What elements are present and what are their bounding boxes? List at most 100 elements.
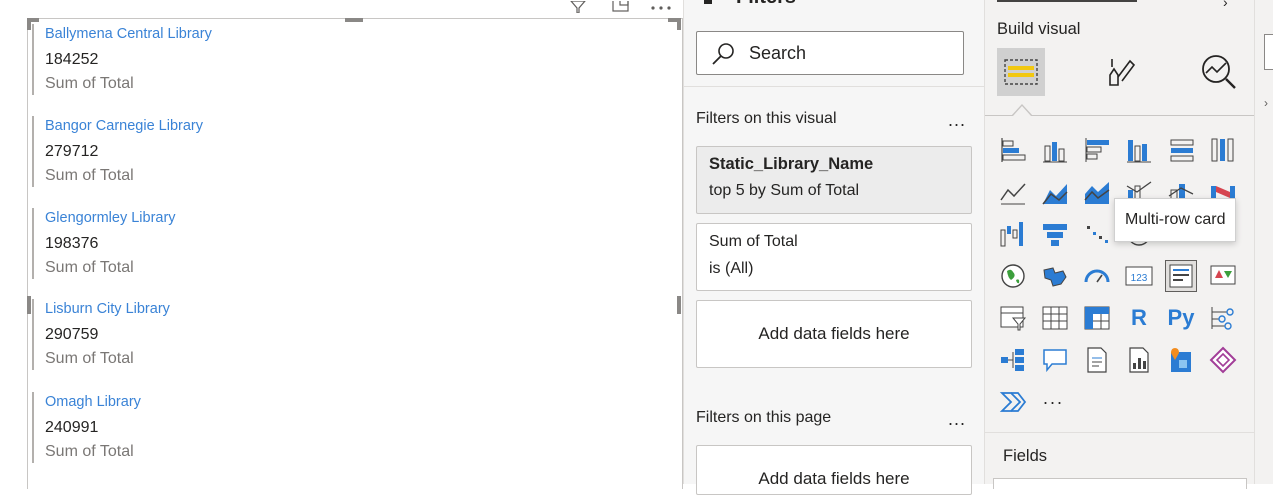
filters-pane-title: Filters [736,0,796,9]
card-row: Omagh Library 240991 Sum of Total [32,392,345,463]
100-stacked-column-chart-icon[interactable] [1207,134,1239,166]
smart-narrative-icon[interactable] [1081,344,1113,376]
add-data-fields-text: Add data fields here [758,469,910,488]
build-visual-icon [1004,59,1038,85]
card-category-label: Lisburn City Library [45,301,170,317]
table-icon[interactable] [1039,302,1071,334]
svg-text:123: 123 [1131,273,1148,284]
focus-mode-icon[interactable] [612,0,630,12]
report-canvas: Ballymena Central Library 184252 Sum of … [0,0,688,489]
card-row: Lisburn City Library 290759 Sum of Total [32,299,345,370]
filters-on-page-heading: Filters on this page [696,409,832,426]
card-measure-label: Sum of Total [45,443,134,460]
card-row: Ballymena Central Library 184252 Sum of … [32,24,345,95]
matrix-icon[interactable] [1081,302,1113,334]
filter-card-sum-of-total[interactable]: Sum of Total is (All) [696,223,972,291]
card-measure-label: Sum of Total [45,350,134,367]
data-pane-collapsed: › [1254,0,1273,484]
card-category-label: Omagh Library [45,394,141,410]
multi-row-card-icon[interactable] [1165,260,1197,292]
stacked-column-chart-icon[interactable] [1039,134,1071,166]
waterfall-chart-icon[interactable] [997,218,1029,250]
card-row: Glengormley Library 198376 Sum of Total [32,208,345,279]
area-chart-icon[interactable] [1039,176,1071,208]
filter-field-name: Sum of Total [709,233,798,250]
filter-card-static-library-name[interactable]: Static_Library_Name top 5 by Sum of Tota… [696,146,972,214]
clustered-bar-chart-icon[interactable] [1081,134,1113,166]
card-category-label: Ballymena Central Library [45,26,212,42]
card-icon[interactable]: 123 [1123,260,1155,292]
card-value: 240991 [45,419,99,436]
resize-handle[interactable] [677,18,681,30]
chevron-down-icon[interactable]: › [1264,96,1268,110]
r-visual-icon[interactable]: R [1123,302,1155,334]
tab-indicator [1013,106,1031,116]
card-category-label: Bangor Carnegie Library [45,118,203,134]
card-value: 198376 [45,235,99,252]
add-data-fields-text: Add data fields here [758,324,910,343]
page-filters-more-button[interactable]: ... [948,409,966,430]
divider [985,432,1255,433]
filter-pane-icon [704,0,712,4]
search-icon [712,43,734,65]
card-value: 290759 [45,326,99,343]
card-measure-label: Sum of Total [45,75,134,92]
resize-handle[interactable] [345,18,363,22]
filters-pane: Filters Search Filters on this visual ..… [683,0,984,495]
filter-description: top 5 by Sum of Total [709,182,860,199]
more-visuals-button[interactable]: ... [1043,388,1064,409]
card-measure-label: Sum of Total [45,259,134,276]
gauge-icon[interactable] [1081,260,1113,292]
resize-handle[interactable] [27,296,31,314]
filter-description: is (All) [709,260,754,277]
map-icon[interactable] [997,260,1029,292]
100-stacked-bar-chart-icon[interactable] [1165,134,1197,166]
decomposition-tree-icon[interactable] [997,344,1029,376]
filters-on-visual-heading: Filters on this visual [696,110,837,127]
card-value: 279712 [45,143,99,160]
visual-filters-more-button[interactable]: ... [948,110,966,131]
key-influencers-icon[interactable] [1207,302,1239,334]
build-visual-tab[interactable] [997,48,1045,96]
add-data-fields-visual-well[interactable]: Add data fields here [696,300,972,368]
resize-handle[interactable] [27,18,31,30]
visual-type-tooltip: Multi-row card [1114,198,1237,242]
paintbrush-icon [1109,59,1136,86]
filter-visual-icon[interactable] [569,0,587,14]
data-pane-toggle[interactable] [1264,34,1273,70]
clustered-column-chart-icon[interactable] [1123,134,1155,166]
analytics-tab[interactable] [1195,48,1243,96]
add-data-fields-page-well[interactable]: Add data fields here [696,445,972,495]
resize-handle[interactable] [677,296,681,314]
line-chart-icon[interactable] [997,176,1029,208]
filled-map-icon[interactable] [1039,260,1071,292]
python-visual-icon[interactable]: Py [1165,302,1197,334]
qa-icon[interactable] [1039,344,1071,376]
card-row: Bangor Carnegie Library 279712 Sum of To… [32,116,345,187]
analytics-icon [1202,55,1236,89]
visualizations-pane-title [997,0,1137,2]
visualizations-pane: › Build visual 123 R Py ... Fields [984,0,1255,489]
paginated-report-icon[interactable] [1123,344,1155,376]
fields-heading: Fields [1003,447,1048,465]
format-visual-tab[interactable] [1097,48,1145,96]
build-visual-heading: Build visual [997,20,1081,38]
card-value: 184252 [45,51,99,68]
divider [684,86,984,87]
stacked-bar-chart-icon[interactable] [997,134,1029,166]
filter-field-name: Static_Library_Name [709,155,874,173]
funnel-icon[interactable] [1039,218,1071,250]
power-automate-icon[interactable] [997,386,1029,418]
more-options-icon[interactable] [650,0,674,10]
power-apps-icon[interactable] [1207,344,1239,376]
collapse-pane-icon[interactable]: › [1223,0,1228,10]
slicer-icon[interactable] [997,302,1029,334]
stacked-area-chart-icon[interactable] [1081,176,1113,208]
kpi-icon[interactable] [1207,260,1239,292]
search-placeholder: Search [749,43,807,63]
card-category-label: Glengormley Library [45,210,176,226]
azure-map-icon[interactable] [1165,344,1197,376]
filters-search-input[interactable]: Search [696,31,964,75]
card-measure-label: Sum of Total [45,167,134,184]
scatter-chart-icon[interactable] [1081,218,1113,250]
